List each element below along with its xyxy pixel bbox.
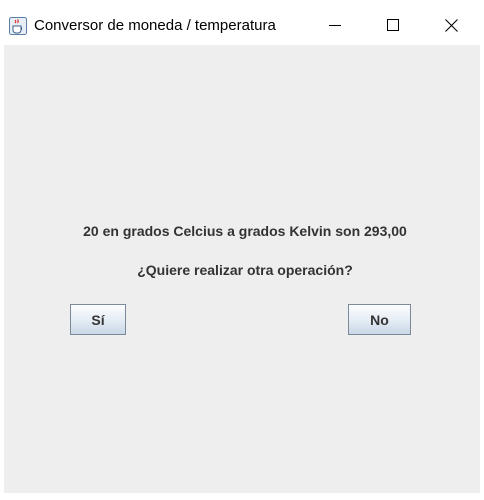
yes-button[interactable]: Sí: [70, 304, 126, 335]
no-button[interactable]: No: [348, 304, 411, 335]
window-title: Conversor de moneda / temperatura: [34, 17, 276, 34]
java-cup-icon[interactable]: [9, 17, 27, 35]
result-message: 20 en grados Celcius a grados Kelvin son…: [83, 223, 407, 239]
minimize-button[interactable]: [312, 8, 358, 42]
question-message: ¿Quiere realizar otra operación?: [137, 262, 353, 278]
maximize-icon: [387, 19, 399, 31]
app-window: Conversor de moneda / temperatura 20 en …: [0, 0, 484, 500]
minimize-icon: [329, 25, 341, 26]
close-button[interactable]: [428, 8, 474, 42]
maximize-button[interactable]: [370, 8, 416, 42]
title-bar[interactable]: Conversor de moneda / temperatura: [0, 0, 484, 45]
dialog-content: 20 en grados Celcius a grados Kelvin son…: [4, 45, 480, 493]
close-icon: [444, 18, 458, 32]
window-bottom-border: [0, 493, 484, 500]
